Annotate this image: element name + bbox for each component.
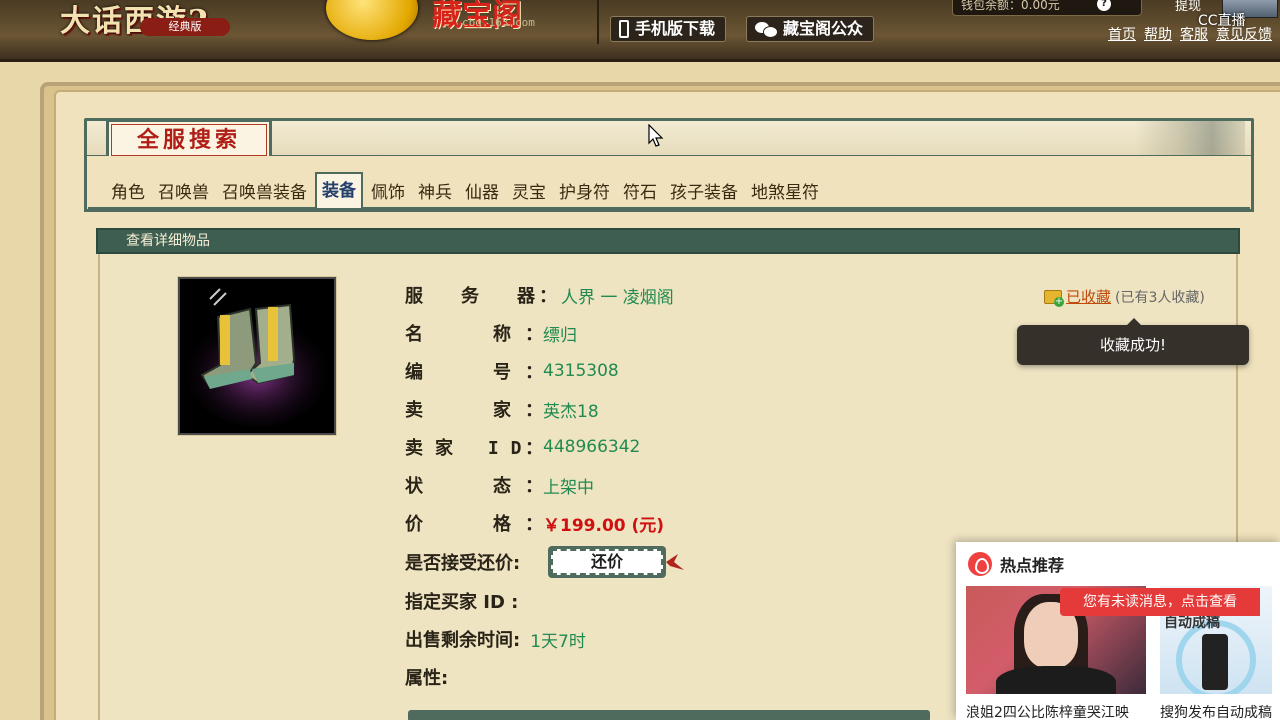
price-row: 价格 ： ￥199.00 (元) (405, 508, 664, 538)
server-colon: ： (539, 286, 557, 307)
id-row: 编号 ： 4315308 (405, 356, 619, 386)
fire-icon (968, 552, 992, 576)
home-link[interactable]: 首页 (1108, 24, 1136, 44)
unread-message-button[interactable]: 您有未读消息，点击查看 (1060, 588, 1260, 616)
header-links: 首页 帮助 客服 意见反馈 (1108, 24, 1272, 44)
price-colon: ： (525, 514, 543, 535)
news-caption-1[interactable]: 浪姐2四公比陈梓童哭江映 (966, 702, 1129, 720)
buyer-id-label: 指定买家 ID : (405, 592, 519, 613)
header-divider (597, 0, 599, 44)
hot-recommend-title: 热点推荐 (1000, 556, 1065, 575)
remaining-time-label: 出售剩余时间: (405, 630, 521, 651)
feedback-link[interactable]: 意见反馈 (1216, 24, 1272, 44)
help-icon[interactable]: ? (1097, 0, 1111, 11)
category-tabs: 角色 召唤兽 召唤兽装备 装备 佩饰 神兵 仙器 灵宝 护身符 符石 孩子装备 … (106, 172, 827, 208)
official-account-button[interactable]: 藏宝阁公众 (746, 16, 875, 42)
remaining-time-value: 1天7时 (530, 631, 586, 652)
mobile-download-label: 手机版下载 (635, 19, 716, 38)
seller-id-colon: ： (525, 438, 543, 459)
seller-colon: ： (525, 400, 543, 421)
tab-child-equipment[interactable]: 孩子装备 (665, 178, 743, 208)
name-colon: ： (525, 324, 543, 345)
ribbon-icon (666, 554, 684, 570)
id-label: 编号 (405, 362, 581, 383)
phone-icon (619, 20, 629, 38)
status-value: 上架中 (543, 477, 594, 498)
favorite-status[interactable]: 已收藏 (已有3人收藏) (1044, 286, 1205, 307)
tab-amulet[interactable]: 护身符 (554, 178, 615, 208)
price-label: 价格 (405, 514, 581, 535)
tab-summon-equipment[interactable]: 召唤兽装备 (217, 178, 312, 208)
item-image (177, 276, 337, 436)
mobile-download-button[interactable]: 手机版下载 (610, 16, 727, 42)
counter-offer-button[interactable]: 还价 (548, 546, 666, 578)
detail-section-header: 查看详细物品 (96, 228, 1240, 254)
favorite-label[interactable]: 已收藏 (1066, 286, 1111, 307)
help-link[interactable]: 帮助 (1144, 24, 1172, 44)
folder-add-icon (1044, 289, 1064, 307)
name-label: 名称 (405, 324, 581, 345)
seller-id-label: 卖家 ID (405, 438, 534, 459)
buyer-id-row: 指定买家 ID : (405, 586, 518, 616)
attributes-row: 属性: (405, 662, 448, 692)
official-account-label: 藏宝阁公众 (783, 19, 864, 38)
wallet-balance-text: 钱包余额：0.00元 (961, 0, 1060, 12)
status-colon: ： (525, 476, 543, 497)
bottom-frame-bar (408, 710, 930, 720)
seller-id-row: 卖家 ID ： 448966342 (405, 432, 640, 462)
counter-offer-label: 是否接受还价: (405, 553, 521, 574)
tab-equipment[interactable]: 装备 (315, 172, 363, 208)
server-row: 服务器 ： 人界 一 凌烟阁 (405, 280, 674, 310)
tab-rune-stone[interactable]: 符石 (618, 178, 662, 208)
tab-role[interactable]: 角色 (106, 178, 150, 208)
tab-immortal-item[interactable]: 仙器 (460, 178, 504, 208)
thumb-coat (996, 666, 1116, 694)
edition-badge: 经典版 (140, 18, 230, 36)
search-title: 全服搜索 (106, 119, 272, 161)
id-colon: ： (525, 362, 543, 383)
hot-recommend-panel: 热点推荐 自动成稿 您有未读消息，点击查看 浪姐2四公比陈梓童哭江映 搜狗发布自… (956, 542, 1280, 720)
wallet-balance: 钱包余额：0.00元 ? (952, 0, 1142, 16)
scenery-decoration (1135, 121, 1245, 155)
counter-offer-row: 是否接受还价: (405, 547, 520, 577)
hot-recommend-title-row: 热点推荐 (968, 552, 1064, 576)
counter-offer-button-label: 还价 (551, 549, 663, 575)
server-value: 人界 一 凌烟阁 (561, 287, 674, 308)
news-caption-2[interactable]: 搜狗发布自动成稿 (1160, 702, 1272, 720)
tab-divine-weapon[interactable]: 神兵 (413, 178, 457, 208)
thumb-phone (1202, 634, 1228, 690)
boots-icon (180, 279, 334, 433)
price-value: ￥199.00 (元) (543, 515, 665, 536)
name-row: 名称 ： 缥归 (405, 318, 577, 348)
top-header: 大话西游2 经典版 藏宝阁 cbg.163.com 手机版下载 藏宝阁公众 钱包… (0, 0, 1280, 62)
mouse-cursor-icon (648, 124, 664, 147)
status-row: 状态 ： 上架中 (405, 470, 594, 500)
favorite-count: (已有3人收藏) (1115, 289, 1205, 306)
tab-summon[interactable]: 召唤兽 (153, 178, 214, 208)
seller-id-value: 448966342 (543, 437, 641, 457)
tab-star-rune[interactable]: 地煞星符 (746, 178, 824, 208)
seller-value: 英杰18 (543, 401, 599, 422)
attributes-label: 属性: (405, 668, 449, 689)
remaining-time-row: 出售剩余时间: 1天7时 (405, 624, 586, 654)
cbg-coin-logo (326, 0, 418, 40)
service-link[interactable]: 客服 (1180, 24, 1208, 44)
server-label: 服务器 (405, 282, 539, 308)
id-value: 4315308 (543, 361, 619, 381)
seller-label: 卖家 (405, 400, 581, 421)
tab-accessory[interactable]: 佩饰 (366, 178, 410, 208)
name-value: 缥归 (543, 325, 577, 346)
seller-row: 卖家 ： 英杰18 (405, 394, 599, 424)
tab-spirit-treasure[interactable]: 灵宝 (507, 178, 551, 208)
site-domain: cbg.163.com (462, 16, 535, 29)
status-label: 状态 (405, 476, 581, 497)
favorite-toast: 收藏成功! (1017, 318, 1249, 365)
wechat-icon (755, 21, 778, 38)
